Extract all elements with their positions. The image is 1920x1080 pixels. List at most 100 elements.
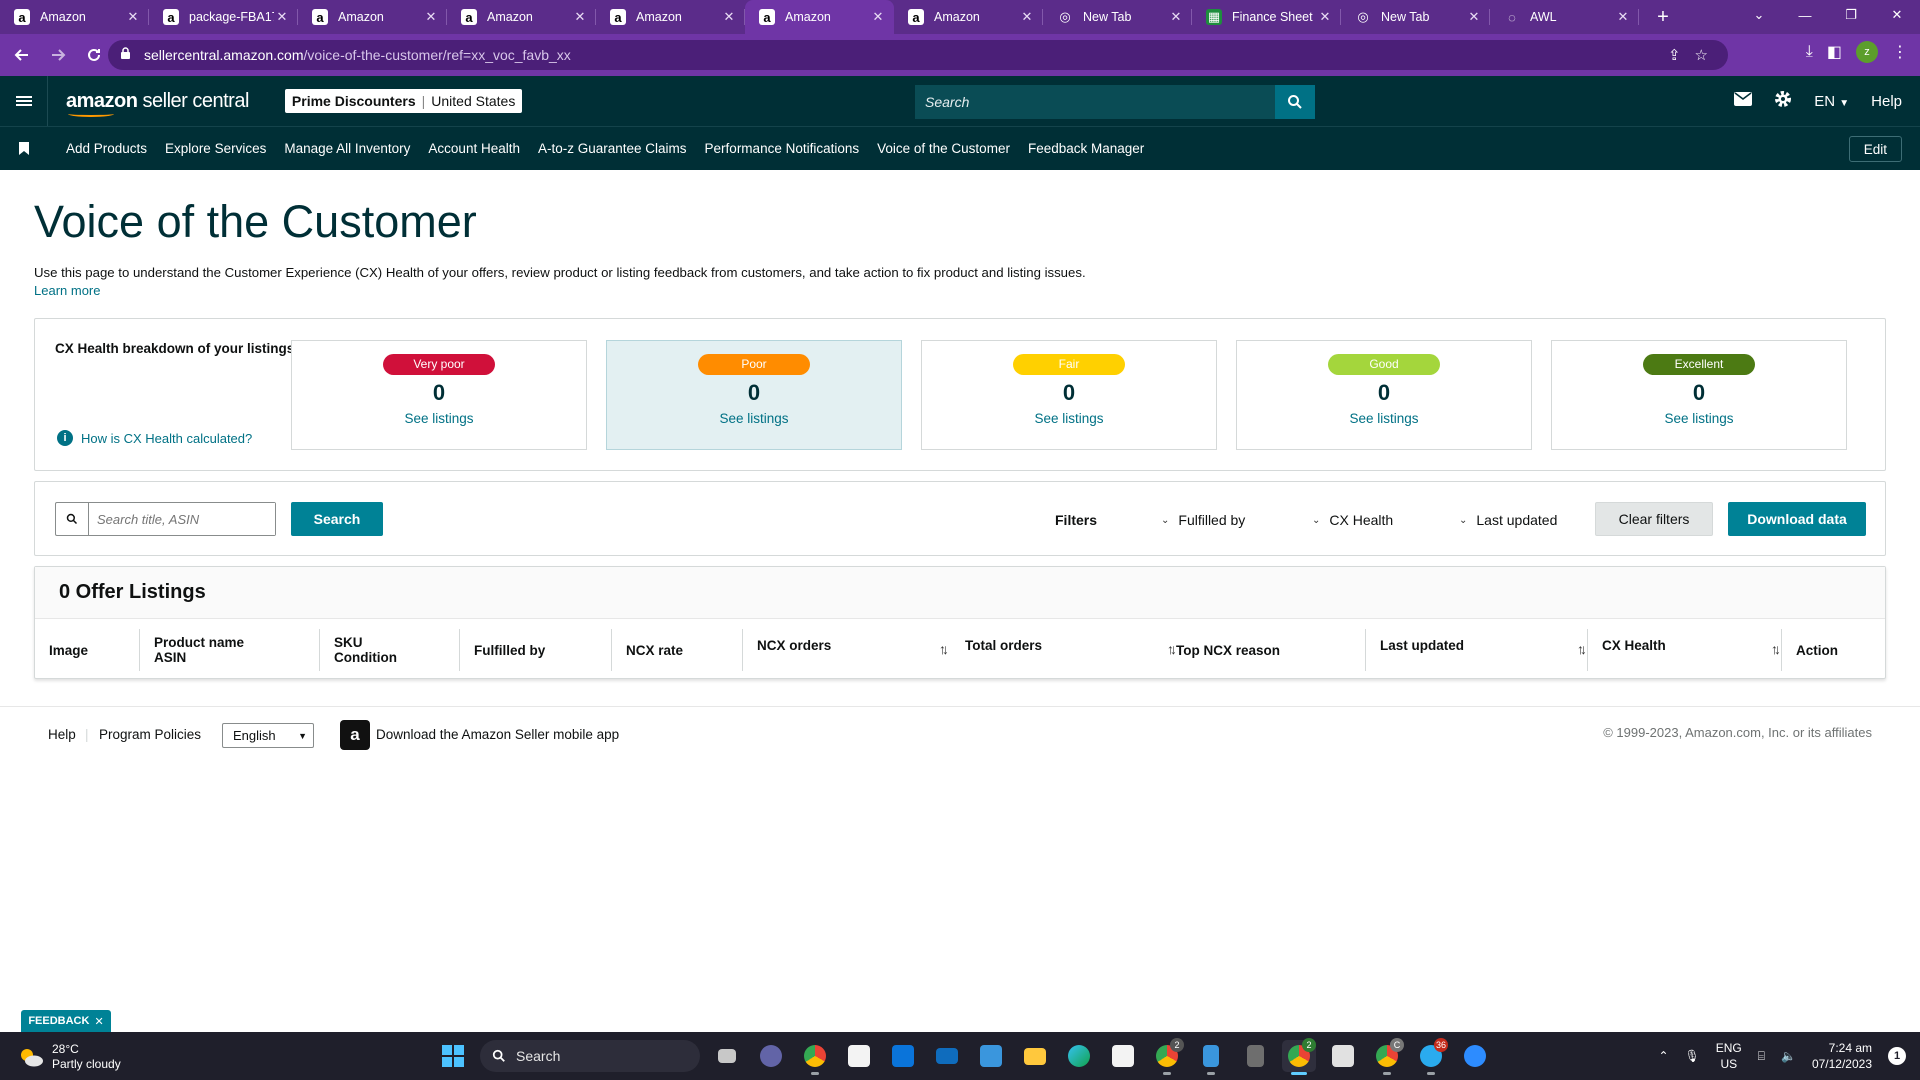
sort-icon[interactable]: ↑↓: [1577, 641, 1587, 657]
cx-health-filter[interactable]: ⌄ CX Health: [1312, 512, 1393, 528]
browser-tab[interactable]: a Amazon ✕: [298, 0, 447, 34]
header-search-input[interactable]: [915, 85, 1275, 119]
learn-more-link[interactable]: Learn more: [34, 283, 100, 298]
browser-tab[interactable]: a Amazon ✕: [596, 0, 745, 34]
hamburger-menu-icon[interactable]: [0, 76, 48, 126]
browser-tab[interactable]: a package-FBA17 ✕: [149, 0, 298, 34]
volume-icon[interactable]: 🔈: [1781, 1049, 1796, 1063]
language-selector[interactable]: EN ▼: [1814, 93, 1849, 110]
cx-card-fair[interactable]: Fair 0 See listings: [921, 340, 1217, 450]
bookmark-manage-inventory[interactable]: Manage All Inventory: [284, 141, 410, 156]
footer-language-select[interactable]: English ▼: [222, 723, 314, 748]
column-ncx-orders[interactable]: NCX orders ↑↓: [742, 629, 949, 671]
remote-desktop-icon[interactable]: [974, 1040, 1008, 1072]
microphone-icon[interactable]: 🎙: [1685, 1049, 1700, 1063]
header-search-button[interactable]: [1275, 85, 1315, 119]
see-listings-link[interactable]: See listings: [1237, 411, 1531, 426]
chrome-profile-icon[interactable]: 2: [1150, 1038, 1184, 1075]
cx-card-excellent[interactable]: Excellent 0 See listings: [1551, 340, 1847, 450]
notepad-icon[interactable]: [1194, 1040, 1228, 1075]
close-tab-icon[interactable]: ✕: [125, 9, 141, 25]
bookmark-a-to-z-claims[interactable]: A-to-z Guarantee Claims: [538, 141, 687, 156]
new-tab-button[interactable]: +: [1649, 3, 1677, 31]
network-icon[interactable]: ⌸: [1758, 1049, 1765, 1064]
messages-icon[interactable]: [1734, 92, 1753, 110]
browser-tab[interactable]: ◌ AWL ✕: [1490, 0, 1639, 34]
file-explorer-icon[interactable]: [1018, 1040, 1052, 1072]
footer-help-link[interactable]: Help: [48, 727, 76, 742]
edit-bookmarks-button[interactable]: Edit: [1848, 136, 1902, 162]
cx-card-good[interactable]: Good 0 See listings: [1236, 340, 1532, 450]
teams-icon[interactable]: [754, 1040, 788, 1072]
column-total-orders[interactable]: Total orders ↑↓: [965, 629, 1177, 671]
close-tab-icon[interactable]: ✕: [1168, 9, 1184, 25]
mail-icon[interactable]: [930, 1040, 964, 1072]
reload-button[interactable]: [80, 41, 108, 69]
amazon-seller-central-logo[interactable]: amazon seller central: [66, 90, 249, 117]
lock-icon[interactable]: [120, 47, 134, 63]
chrome-active-icon[interactable]: 2: [1282, 1038, 1316, 1075]
cx-card-very-poor[interactable]: Very poor 0 See listings: [291, 340, 587, 450]
close-tab-icon[interactable]: ✕: [423, 9, 439, 25]
start-button[interactable]: [436, 1040, 470, 1072]
search-button[interactable]: Search: [291, 502, 383, 536]
column-last-updated[interactable]: Last updated ↑↓: [1365, 629, 1587, 671]
browser-tab[interactable]: ▦ Finance Sheet ✕: [1192, 0, 1341, 34]
bookmark-star-icon[interactable]: ☆: [1695, 46, 1708, 64]
close-tab-icon[interactable]: ✕: [274, 9, 290, 25]
address-bar[interactable]: sellercentral.amazon.com/voice-of-the-cu…: [108, 40, 1728, 70]
forward-button[interactable]: [44, 41, 72, 69]
bookmark-voice-of-customer[interactable]: Voice of the Customer: [877, 141, 1010, 156]
sort-icon[interactable]: ↑↓: [1167, 641, 1177, 657]
close-tab-icon[interactable]: ✕: [1466, 9, 1482, 25]
calculator-icon[interactable]: [1238, 1040, 1272, 1072]
bookmark-account-health[interactable]: Account Health: [428, 141, 520, 156]
clock[interactable]: 7:24 am 07/12/2023: [1812, 1040, 1872, 1072]
browser-tab[interactable]: a Amazon ✕: [0, 0, 149, 34]
bookmark-add-products[interactable]: Add Products: [66, 141, 147, 156]
edge-icon[interactable]: [1062, 1040, 1096, 1072]
seller-app-icon[interactable]: a: [340, 720, 370, 750]
see-listings-link[interactable]: See listings: [292, 411, 586, 426]
browser-tab[interactable]: a Amazon ✕: [447, 0, 596, 34]
column-cx-health[interactable]: CX Health ↑↓: [1587, 629, 1781, 671]
last-updated-filter[interactable]: ⌄ Last updated: [1459, 512, 1557, 528]
cx-card-poor[interactable]: Poor 0 See listings: [606, 340, 902, 450]
cx-health-help-link[interactable]: i How is CX Health calculated?: [57, 430, 252, 446]
browser-tab[interactable]: ◎ New Tab ✕: [1043, 0, 1192, 34]
monitor-app-icon[interactable]: [1326, 1040, 1360, 1072]
store-picker[interactable]: Prime Discounters | United States: [284, 89, 523, 113]
help-link[interactable]: Help: [1871, 93, 1902, 110]
stock-chart-icon[interactable]: [1106, 1040, 1140, 1072]
browser-tab[interactable]: a Amazon ✕: [745, 0, 894, 34]
zoom-icon[interactable]: [1458, 1040, 1492, 1072]
see-listings-link[interactable]: See listings: [922, 411, 1216, 426]
download-data-button[interactable]: Download data: [1728, 502, 1866, 536]
close-tab-icon[interactable]: ✕: [721, 9, 737, 25]
bookmark-performance-notifications[interactable]: Performance Notifications: [705, 141, 860, 156]
input-language[interactable]: ENG US: [1716, 1040, 1742, 1072]
close-tab-icon[interactable]: ✕: [1317, 9, 1333, 25]
download-app-link[interactable]: Download the Amazon Seller mobile app: [376, 727, 619, 742]
back-button[interactable]: [8, 41, 36, 69]
share-icon[interactable]: ⇪: [1668, 46, 1681, 64]
minimize-button[interactable]: —: [1782, 0, 1828, 30]
chevron-up-icon[interactable]: ⌃: [1658, 1049, 1668, 1063]
bookmark-explore-services[interactable]: Explore Services: [165, 141, 266, 156]
see-listings-link[interactable]: See listings: [607, 411, 901, 426]
side-panel-icon[interactable]: ◧: [1827, 42, 1842, 62]
weather-widget[interactable]: 28°C Partly cloudy: [18, 1042, 121, 1072]
notification-badge[interactable]: 1: [1888, 1047, 1906, 1065]
close-tab-icon[interactable]: ✕: [1615, 9, 1631, 25]
listing-search-input[interactable]: [89, 503, 275, 535]
taskbar-search[interactable]: Search: [480, 1040, 700, 1072]
settings-gear-icon[interactable]: [1774, 90, 1792, 112]
sort-icon[interactable]: ↑↓: [939, 641, 949, 657]
clear-filters-button[interactable]: Clear filters: [1595, 502, 1713, 536]
close-icon[interactable]: ✕: [94, 1015, 103, 1028]
close-tab-icon[interactable]: ✕: [1019, 9, 1035, 25]
task-view-icon[interactable]: [710, 1040, 744, 1072]
footer-program-policies-link[interactable]: Program Policies: [99, 727, 201, 742]
chrome-icon[interactable]: [798, 1040, 832, 1075]
browser-tab[interactable]: a Amazon ✕: [894, 0, 1043, 34]
